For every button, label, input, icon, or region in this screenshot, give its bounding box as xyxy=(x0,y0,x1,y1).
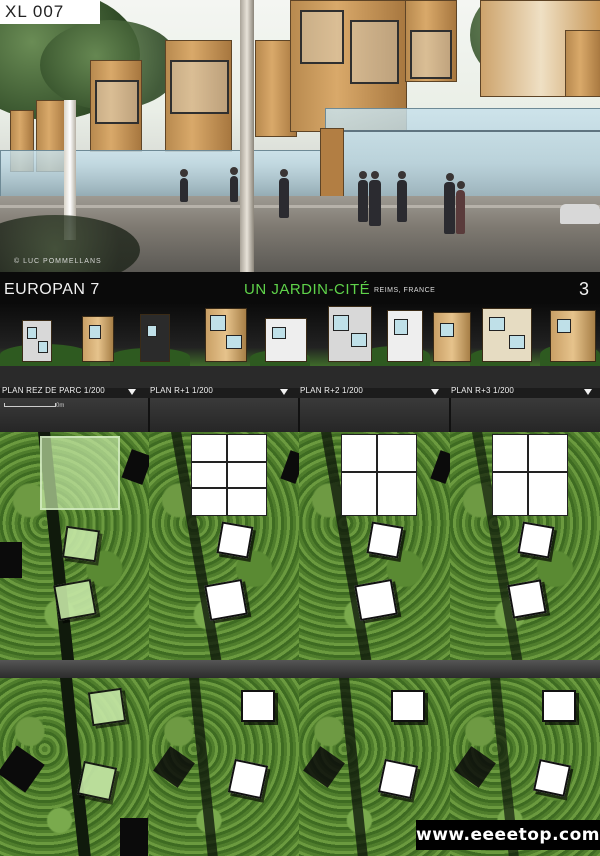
scale-bar xyxy=(4,403,56,407)
elevation-tower xyxy=(328,306,372,362)
tower-footprint xyxy=(76,760,118,802)
tower-footprint xyxy=(87,687,127,727)
elevation-strip xyxy=(0,304,600,366)
tower-plan xyxy=(377,758,419,800)
watermark: www.eeeetop.com xyxy=(416,820,600,850)
scale-bar-label: 0m xyxy=(56,403,65,409)
tower-plan xyxy=(216,521,254,559)
tower-plan xyxy=(366,521,404,559)
plan-label-ground: PLAN REZ DE PARC 1/200 xyxy=(2,386,105,395)
car xyxy=(560,204,600,224)
plan-header-band xyxy=(0,398,600,432)
hero-render xyxy=(0,0,600,272)
person xyxy=(369,171,381,226)
plan-panel-ground-lower xyxy=(0,678,150,856)
panel-divider xyxy=(148,398,150,432)
plan-panel-r2-upper xyxy=(299,432,451,660)
shadow-block xyxy=(153,746,195,788)
plan-panel-r3-upper xyxy=(450,432,600,660)
tower-house-frame xyxy=(350,20,399,84)
panel-divider xyxy=(449,398,451,432)
person xyxy=(397,171,407,222)
person xyxy=(358,171,368,222)
shadow-block xyxy=(120,818,148,856)
shadow-block xyxy=(0,745,45,793)
tower-plan xyxy=(533,759,571,797)
gallery-mullion xyxy=(325,130,600,132)
section-arrow-icon xyxy=(128,389,136,395)
plan-label-r1: PLAN R+1 1/200 xyxy=(150,386,214,395)
tower-footprint xyxy=(61,525,101,563)
plan-row-divider xyxy=(0,660,600,678)
elevation-tower xyxy=(265,318,307,362)
competition-name: EUROPAN 7 xyxy=(4,281,100,298)
tree-trunk xyxy=(240,0,254,272)
footpath xyxy=(339,678,369,856)
elevation-tower xyxy=(550,310,596,362)
tower-plan xyxy=(391,690,425,722)
elevation-tower xyxy=(387,310,423,362)
tower-house-frame xyxy=(170,60,229,114)
tower-plan xyxy=(542,690,576,722)
tower-plan xyxy=(507,579,547,619)
tower-house xyxy=(565,30,600,97)
shadow-block xyxy=(0,542,22,578)
shadow-block xyxy=(280,450,299,484)
elevation-tower xyxy=(82,316,114,362)
elevation-tower xyxy=(22,320,52,362)
panel-divider xyxy=(298,398,300,432)
elevation-tower xyxy=(482,308,532,362)
elevation-tower xyxy=(205,308,247,362)
floor-plan-block xyxy=(492,434,568,516)
elevation-tower xyxy=(433,312,471,362)
tower-house-frame xyxy=(95,80,139,124)
building-footprint xyxy=(40,436,120,510)
floor-plan-block xyxy=(341,434,417,516)
shadow-block xyxy=(303,746,345,788)
person xyxy=(180,169,188,202)
person xyxy=(230,167,238,202)
tower-footprint xyxy=(53,578,97,622)
section-arrow-icon xyxy=(280,389,288,395)
sheet-number: 3 xyxy=(579,279,590,299)
shadow-block xyxy=(430,450,450,484)
footpath xyxy=(189,678,219,856)
tower-house-frame xyxy=(300,10,344,64)
plan-panel-r1-upper xyxy=(149,432,300,660)
tower-plan xyxy=(204,578,248,622)
floor-plan-block xyxy=(191,434,267,516)
shadow-block xyxy=(121,449,149,485)
plan-label-r2: PLAN R+2 1/200 xyxy=(300,386,364,395)
person xyxy=(279,169,289,218)
tower-plan xyxy=(517,521,555,559)
tower-house-frame xyxy=(410,30,452,79)
image-credit: © LUC POMMELLANS xyxy=(14,258,102,265)
tower-plan xyxy=(241,690,275,722)
person xyxy=(456,181,465,234)
board-code: XL 007 xyxy=(0,0,100,24)
section-arrow-icon xyxy=(431,389,439,395)
paving-line xyxy=(0,205,600,208)
plan-panel-ground-upper xyxy=(0,432,150,660)
tower-plan xyxy=(227,758,269,800)
plan-label-r3: PLAN R+3 1/200 xyxy=(451,386,515,395)
section-arrow-icon xyxy=(584,389,592,395)
elevation-baseline xyxy=(0,366,600,388)
shadow-block xyxy=(454,746,496,788)
tower-plan xyxy=(354,578,398,622)
project-title: UN JARDIN-CITÉ xyxy=(244,281,371,298)
elevation-tower xyxy=(140,314,170,362)
plan-panel-r1-lower xyxy=(149,678,300,856)
person xyxy=(444,173,455,234)
project-location: REIMS, FRANCE xyxy=(374,287,436,294)
